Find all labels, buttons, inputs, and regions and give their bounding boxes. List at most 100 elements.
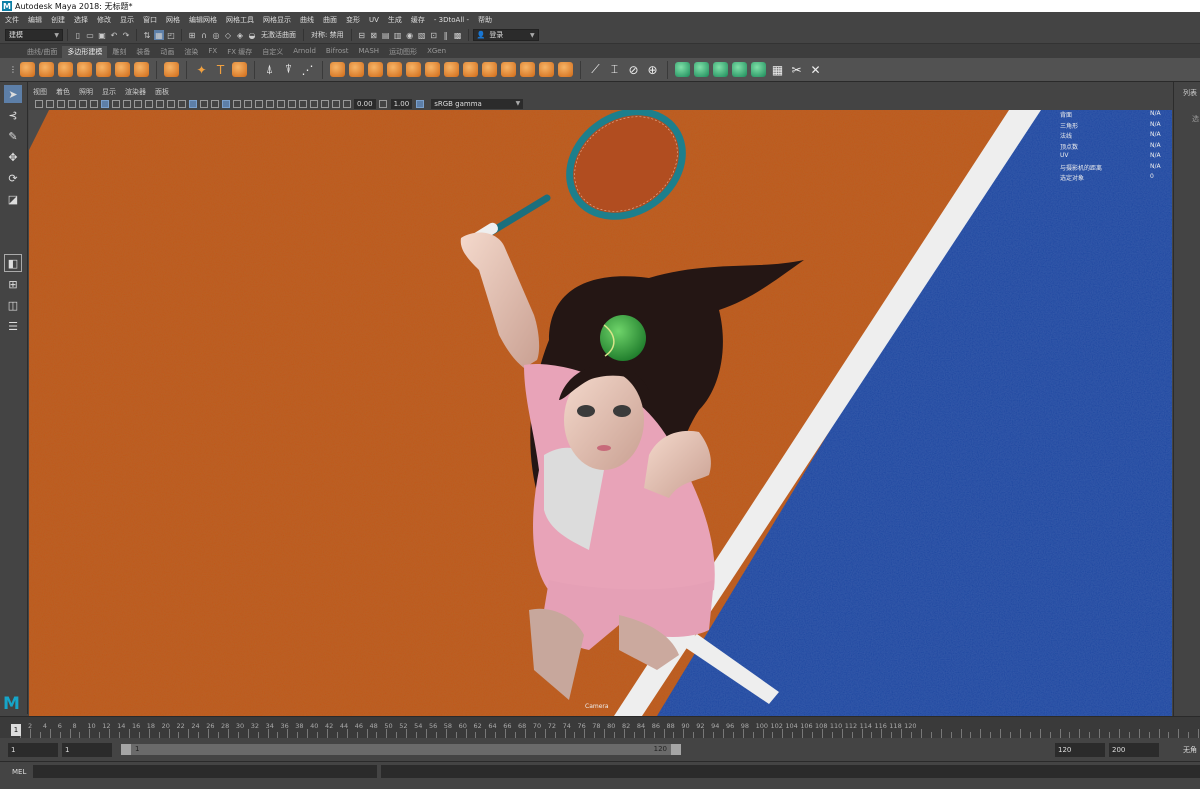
paint-select-icon[interactable]: ✎ (4, 127, 22, 145)
select-hierarchy-icon[interactable]: ⇅ (142, 30, 152, 40)
render-settings-icon[interactable]: ▧ (417, 30, 427, 40)
collapse-icon[interactable] (520, 62, 535, 77)
2d-pan-zoom-icon[interactable] (78, 99, 87, 108)
menu-set-dropdown[interactable]: 建模 ▼ (5, 29, 63, 41)
boolean-intersection-icon[interactable] (387, 62, 402, 77)
menu-generate[interactable]: 生成 (388, 15, 402, 25)
safe-action-icon[interactable] (155, 99, 164, 108)
tab-curves-surfaces[interactable]: 曲线/曲面 (22, 46, 62, 58)
vp-menu-lighting[interactable]: 照明 (79, 87, 93, 97)
image-plane-icon[interactable] (67, 99, 76, 108)
menu-help[interactable]: 帮助 (478, 15, 492, 25)
separate-icon[interactable]: ⍒ (281, 62, 296, 77)
textured-icon[interactable] (221, 99, 230, 108)
cylindrical-map-icon[interactable] (713, 62, 728, 77)
merge-icon[interactable] (501, 62, 516, 77)
mel-label[interactable]: MEL (12, 768, 26, 776)
menu-windows[interactable]: 窗口 (143, 15, 157, 25)
xray-joints-icon[interactable] (320, 99, 329, 108)
menu-edit-mesh[interactable]: 编辑网格 (189, 15, 217, 25)
wireframe-on-shaded-icon[interactable] (210, 99, 219, 108)
menu-mesh[interactable]: 网格 (166, 15, 180, 25)
snap-view-plane-icon[interactable]: ◈ (235, 30, 245, 40)
scale-tool-icon[interactable]: ◪ (4, 190, 22, 208)
symmetry-label[interactable]: 对称: 禁用 (311, 30, 344, 40)
gamma-field[interactable]: 1.00 (390, 98, 413, 109)
tab-xgen[interactable]: XGen (422, 46, 451, 58)
rotate-tool-icon[interactable]: ⟳ (4, 169, 22, 187)
outliner-icon[interactable]: ☰ (4, 317, 22, 335)
tab-poly-modeling[interactable]: 多边形建模 (62, 46, 108, 58)
depth-of-field-icon[interactable] (287, 99, 296, 108)
save-scene-icon[interactable]: ▣ (97, 30, 107, 40)
menu-edit[interactable]: 编辑 (28, 15, 42, 25)
vp-menu-view[interactable]: 视图 (33, 87, 47, 97)
gamma-icon[interactable] (379, 99, 388, 108)
single-perspective-icon[interactable]: ◧ (4, 254, 22, 272)
combine-icon[interactable]: ⍋ (262, 62, 277, 77)
select-object-icon[interactable]: ▦ (154, 30, 164, 40)
tab-rendering[interactable]: 渲染 (179, 46, 203, 58)
tab-custom[interactable]: 自定义 (257, 46, 288, 58)
isolate-select-icon[interactable] (298, 99, 307, 108)
render-setup-icon[interactable]: ▩ (453, 30, 463, 40)
bridge-icon[interactable] (425, 62, 440, 77)
tab-fx[interactable]: FX (203, 46, 222, 58)
history-icon[interactable]: ⊠ (369, 30, 379, 40)
grease-pencil-icon[interactable] (89, 99, 98, 108)
motion-blur-icon[interactable] (265, 99, 274, 108)
snap-grid-icon[interactable]: ⊞ (187, 30, 197, 40)
shelf-options-icon[interactable]: ⋮ (9, 62, 17, 77)
type-tool-icon[interactable]: T (213, 62, 228, 77)
poly-plane-icon[interactable] (115, 62, 130, 77)
wireframe-icon[interactable] (177, 99, 186, 108)
select-component-icon[interactable]: ◰ (166, 30, 176, 40)
current-frame-marker[interactable]: 1 (11, 724, 21, 736)
tab-fx-caching[interactable]: FX 缓存 (222, 46, 257, 58)
menu-3dtoall[interactable]: - 3DtoAll - (434, 16, 469, 24)
select-tool-icon[interactable]: ➤ (4, 85, 22, 103)
render-view-icon[interactable]: ▤ (381, 30, 391, 40)
planar-map-icon[interactable] (694, 62, 709, 77)
smooth-icon[interactable]: ⋰ (300, 62, 315, 77)
resolution-gate-icon[interactable] (122, 99, 131, 108)
menu-mesh-display[interactable]: 网格显示 (263, 15, 291, 25)
bookmark-icon[interactable] (56, 99, 65, 108)
range-start-handle[interactable] (121, 744, 131, 755)
camera-select-icon[interactable] (34, 99, 43, 108)
quad-draw-icon[interactable]: ⊕ (645, 62, 660, 77)
ipr-render-icon[interactable]: ◉ (405, 30, 415, 40)
shadows-icon[interactable] (243, 99, 252, 108)
poly-torus-icon[interactable] (96, 62, 111, 77)
open-scene-icon[interactable]: ▭ (85, 30, 95, 40)
spherical-map-icon[interactable] (732, 62, 747, 77)
safe-title-icon[interactable] (166, 99, 175, 108)
hypershade-icon[interactable]: ⊡ (429, 30, 439, 40)
poly-cylinder-icon[interactable] (58, 62, 73, 77)
vp-menu-renderer[interactable]: 渲染器 (125, 87, 146, 97)
bevel-icon[interactable] (444, 62, 459, 77)
sew-uv-icon[interactable]: ✕ (808, 62, 823, 77)
vp-menu-show[interactable]: 显示 (102, 87, 116, 97)
time-slider[interactable]: 2 4 6 8 10 12 14 16 18 20 22 24 26 28 30 32 34 36 38 40 42 44… (0, 716, 1200, 738)
use-lights-icon[interactable] (232, 99, 241, 108)
field-chart-icon[interactable] (144, 99, 153, 108)
smooth-shade-icon[interactable] (188, 99, 197, 108)
menu-create[interactable]: 创建 (51, 15, 65, 25)
vp-menu-panels[interactable]: 面板 (155, 87, 169, 97)
end-time-field[interactable]: 200 (1109, 743, 1159, 757)
poly-cone-icon[interactable] (77, 62, 92, 77)
connect-icon[interactable]: ⊘ (626, 62, 641, 77)
vp-menu-shading[interactable]: 着色 (56, 87, 70, 97)
command-input[interactable] (33, 765, 377, 778)
menu-uv[interactable]: UV (369, 16, 379, 24)
input-ops-icon[interactable]: ⊟ (357, 30, 367, 40)
menu-file[interactable]: 文件 (5, 15, 19, 25)
uv-editor-icon[interactable] (675, 62, 690, 77)
film-gate-icon[interactable] (111, 99, 120, 108)
playback-end-field[interactable]: 120 (1055, 743, 1105, 757)
render-frame-icon[interactable]: ▥ (393, 30, 403, 40)
playback-start-field[interactable]: 1 (62, 743, 112, 757)
login-dropdown[interactable]: 👤 登录 ▼ (472, 29, 539, 41)
redo-icon[interactable]: ↷ (121, 30, 131, 40)
